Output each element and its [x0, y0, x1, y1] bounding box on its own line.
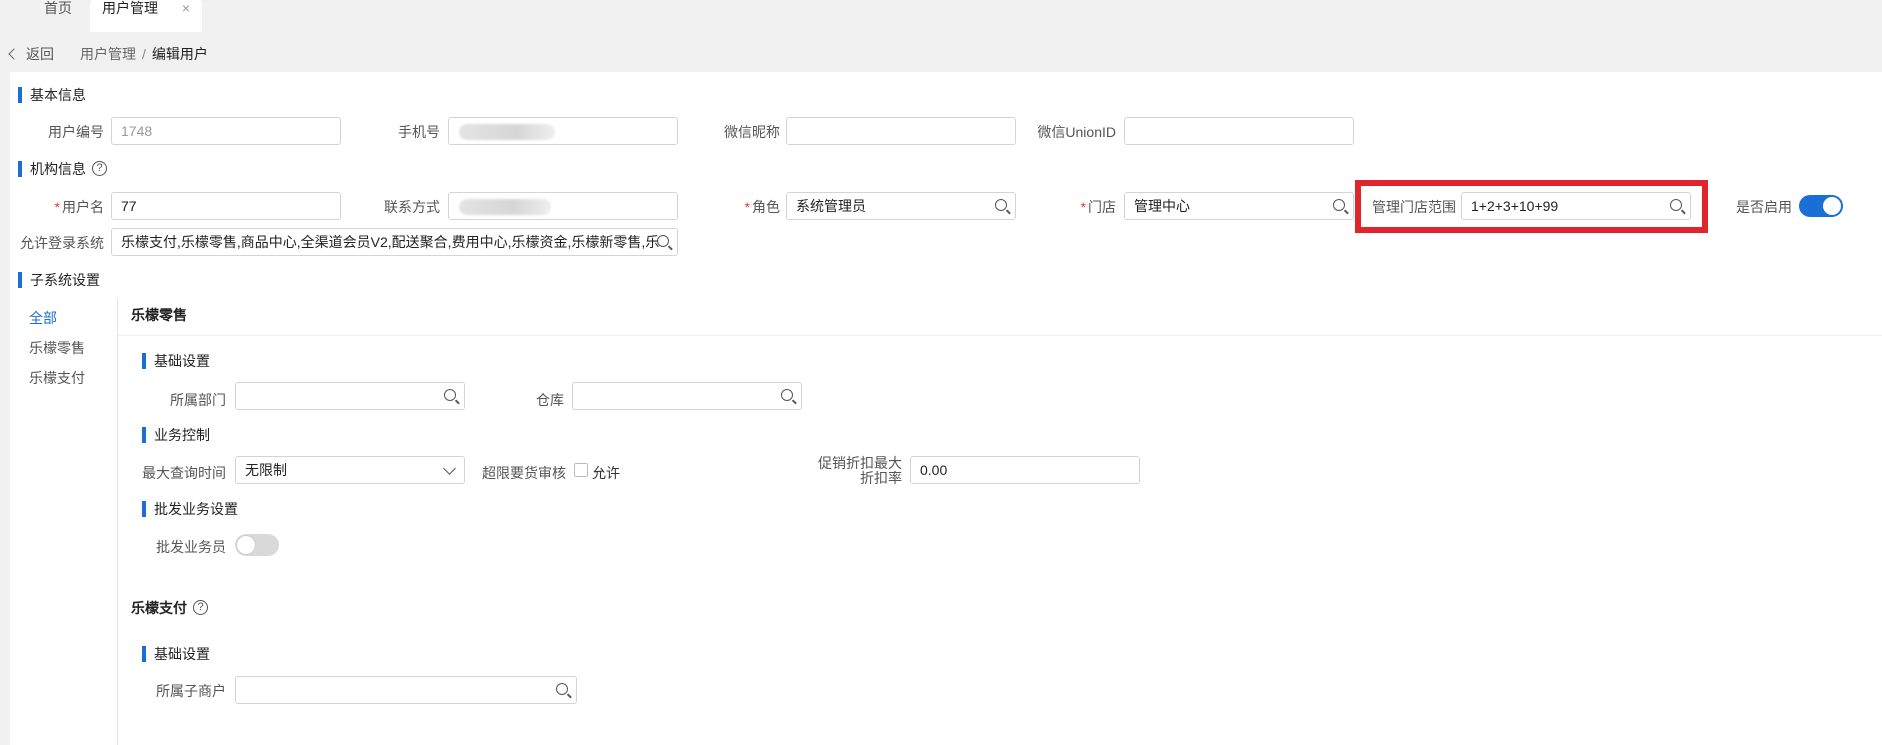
- unionid-label: 微信UnionID: [1037, 124, 1116, 140]
- breadcrumb-separator: /: [142, 46, 146, 62]
- back-label: 返回: [26, 46, 54, 62]
- phone-label: 手机号: [398, 124, 440, 140]
- warehouse-field[interactable]: [572, 382, 802, 410]
- username-label: * 用户名: [54, 199, 104, 215]
- merchant-field[interactable]: [235, 676, 577, 704]
- phone-field[interactable]: [448, 117, 678, 145]
- login-system-label: 允许登录系统: [20, 235, 104, 251]
- enabled-label: 是否启用: [1736, 199, 1792, 215]
- role-field[interactable]: 系统管理员: [786, 192, 1016, 220]
- search-icon[interactable]: [781, 389, 793, 401]
- section-basic-info: 基本信息: [18, 85, 86, 105]
- section-org-info: 机构信息?: [18, 159, 107, 179]
- group-retail-title: 乐檬零售: [131, 307, 187, 323]
- contact-label: 联系方式: [384, 199, 440, 215]
- redacted-value: [459, 199, 551, 215]
- store-field[interactable]: 管理中心: [1124, 192, 1354, 220]
- search-icon[interactable]: [995, 199, 1007, 211]
- redacted-value: [459, 124, 555, 140]
- merchant-label: 所属子商户: [156, 683, 226, 699]
- max-query-select[interactable]: 无限制: [235, 456, 465, 484]
- max-query-label: 最大查询时间: [142, 465, 226, 481]
- tab-label: 用户管理: [102, 0, 158, 16]
- chevron-down-icon: [443, 462, 456, 475]
- user-no-label: 用户编号: [48, 124, 104, 140]
- subnav-divider: [117, 298, 118, 745]
- wechat-nick-label: 微信昵称: [724, 124, 780, 140]
- retail-biz-title: 业务控制: [142, 425, 210, 445]
- discount-field[interactable]: 0.00: [910, 456, 1140, 484]
- tab-home[interactable]: 首页: [24, 0, 92, 32]
- close-icon[interactable]: ×: [182, 0, 190, 18]
- breadcrumb: 用户管理 / 编辑用户: [80, 44, 208, 64]
- breadcrumb-current: 编辑用户: [151, 46, 208, 62]
- wechat-nick-field[interactable]: [786, 117, 1016, 145]
- subnav-item-pay[interactable]: 乐檬支付: [29, 368, 85, 388]
- role-label: * 角色: [744, 199, 780, 215]
- breadcrumb-bar: 返回 用户管理 / 编辑用户: [0, 34, 1882, 72]
- over-limit-label: 超限要货审核: [482, 465, 566, 481]
- tab-bar: 首页 用户管理 ×: [0, 0, 1882, 34]
- wholesale-toggle[interactable]: [235, 534, 279, 556]
- allow-checkbox[interactable]: [574, 463, 588, 477]
- unionid-field[interactable]: [1124, 117, 1354, 145]
- chevron-left-icon: [8, 48, 20, 60]
- group-divider: [118, 335, 1882, 336]
- help-icon[interactable]: ?: [92, 160, 107, 176]
- warehouse-label: 仓库: [536, 392, 564, 408]
- login-system-field[interactable]: 乐檬支付,乐檬零售,商品中心,全渠道会员V2,配送聚合,费用中心,乐檬资金,乐檬…: [111, 228, 678, 256]
- toggle-knob: [237, 536, 255, 554]
- username-field[interactable]: 77: [111, 192, 341, 220]
- search-icon[interactable]: [556, 683, 568, 695]
- allow-label: 允许: [592, 465, 620, 481]
- discount-label: 促销折扣最大 折扣率: [818, 455, 902, 486]
- dept-label: 所属部门: [170, 392, 226, 408]
- store-label: * 门店: [1080, 199, 1116, 215]
- subnav-item-retail[interactable]: 乐檬零售: [29, 338, 85, 358]
- retail-wholesale-title: 批发业务设置: [142, 499, 238, 519]
- back-button[interactable]: 返回: [8, 44, 54, 64]
- search-icon[interactable]: [657, 235, 669, 247]
- left-edge: [0, 72, 10, 745]
- group-pay-title: 乐檬支付?: [131, 598, 208, 618]
- dept-field[interactable]: [235, 382, 465, 410]
- search-icon[interactable]: [1333, 199, 1345, 211]
- enabled-toggle[interactable]: [1799, 195, 1843, 217]
- highlight-box: [1355, 180, 1708, 233]
- retail-basic-title: 基础设置: [142, 351, 210, 371]
- section-subsystem: 子系统设置: [18, 270, 100, 290]
- user-no-field: 1748: [111, 117, 341, 145]
- subnav-item-all[interactable]: 全部: [29, 308, 57, 328]
- pay-basic-title: 基础设置: [142, 644, 210, 664]
- wholesale-label: 批发业务员: [156, 539, 226, 555]
- breadcrumb-parent[interactable]: 用户管理: [80, 46, 136, 62]
- contact-field[interactable]: [448, 192, 678, 220]
- help-icon[interactable]: ?: [193, 599, 208, 615]
- toggle-knob: [1823, 197, 1841, 215]
- search-icon[interactable]: [444, 389, 456, 401]
- tab-user-management[interactable]: 用户管理 ×: [90, 0, 202, 32]
